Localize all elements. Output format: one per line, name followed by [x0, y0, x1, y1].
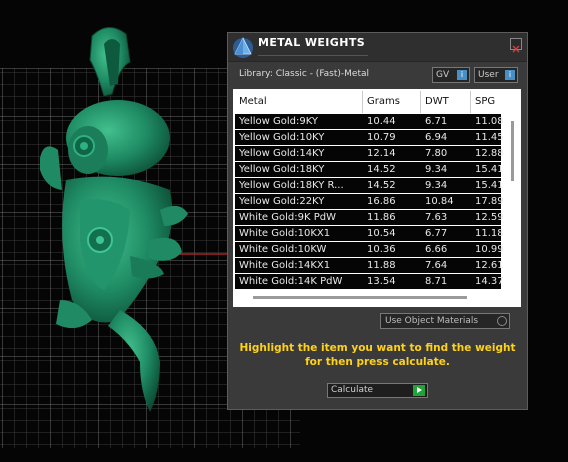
- cell-metal: Yellow Gold:22KY: [239, 196, 325, 207]
- cell-spg: 14.37: [475, 276, 503, 287]
- dialog-title: METAL WEIGHTS: [258, 35, 368, 56]
- cell-spg: 12.59: [475, 212, 503, 223]
- cell-dwt: 7.80: [425, 148, 448, 159]
- play-icon: [413, 385, 425, 396]
- cell-grams: 12.14: [367, 148, 396, 159]
- cell-dwt: 6.77: [425, 228, 448, 239]
- vertical-scrollbar[interactable]: [509, 115, 517, 275]
- pyramid-logo-icon: [233, 37, 253, 58]
- calculate-button[interactable]: Calculate: [327, 383, 428, 398]
- cell-grams: 10.44: [367, 116, 396, 127]
- horizontal-scrollbar-thumb[interactable]: [253, 296, 467, 299]
- cell-spg: 12.61: [475, 260, 503, 271]
- cell-grams: 10.54: [367, 228, 396, 239]
- cell-grams: 14.52: [367, 180, 396, 191]
- user-toggle-label: User: [478, 70, 499, 80]
- cell-spg: 11.18: [475, 228, 503, 239]
- close-icon: [512, 45, 520, 53]
- cell-spg: 10.99: [475, 244, 503, 255]
- cell-grams: 11.88: [367, 260, 396, 271]
- gv-toggle[interactable]: GV i: [432, 67, 470, 83]
- cell-grams: 16.86: [367, 196, 396, 207]
- cell-dwt: 7.63: [425, 212, 448, 223]
- instructions-text: Highlight the item you want to find the …: [239, 342, 516, 368]
- column-header-dwt[interactable]: DWT: [421, 91, 471, 113]
- metal-weights-table: Metal Grams DWT SPG Yellow Gold:9KY 10.4…: [233, 89, 521, 307]
- cell-dwt: 9.34: [425, 164, 448, 175]
- table-row[interactable]: Yellow Gold:9KY 10.44 6.71 11.08: [235, 114, 503, 129]
- table-row[interactable]: Yellow Gold:18KY 14.52 9.34 15.41: [235, 162, 503, 177]
- cell-grams: 14.52: [367, 164, 396, 175]
- cell-grams: 10.36: [367, 244, 396, 255]
- cell-metal: White Gold:10KX1: [239, 228, 331, 239]
- table-row[interactable]: Yellow Gold:10KY 10.79 6.94 11.45: [235, 130, 503, 145]
- cell-dwt: 7.64: [425, 260, 448, 271]
- gv-toggle-label: GV: [436, 70, 450, 80]
- title-bar[interactable]: METAL WEIGHTS: [228, 33, 527, 62]
- table-row[interactable]: White Gold:14K PdW 13.54 8.71 14.37: [235, 274, 503, 289]
- cell-spg: 17.89: [475, 196, 503, 207]
- table-row[interactable]: Yellow Gold:18KY R... 14.52 9.34 15.41: [235, 178, 503, 193]
- cell-metal: Yellow Gold:18KY: [239, 164, 325, 175]
- cell-grams: 10.79: [367, 132, 396, 143]
- table-row[interactable]: Yellow Gold:14KY 12.14 7.80 12.88: [235, 146, 503, 161]
- column-header-spg[interactable]: SPG: [471, 91, 501, 113]
- cell-metal: Yellow Gold:9KY: [239, 116, 318, 127]
- cell-metal: Yellow Gold:18KY R...: [239, 180, 344, 191]
- column-header-grams[interactable]: Grams: [363, 91, 421, 113]
- table-row[interactable]: White Gold:9K PdW 11.86 7.63 12.59: [235, 210, 503, 225]
- table-row[interactable]: White Gold:14KX1 11.88 7.64 12.61: [235, 258, 503, 273]
- metal-weights-dialog: METAL WEIGHTS Library: Classic - (Fast)-…: [227, 32, 528, 410]
- user-toggle[interactable]: User i: [474, 67, 518, 83]
- cell-dwt: 8.71: [425, 276, 448, 287]
- cell-dwt: 6.71: [425, 116, 448, 127]
- cell-spg: 11.08: [475, 116, 503, 127]
- use-object-materials-toggle[interactable]: Use Object Materials: [380, 313, 510, 329]
- cell-spg: 11.45: [475, 132, 503, 143]
- cell-dwt: 9.34: [425, 180, 448, 191]
- cell-metal: White Gold:14K PdW: [239, 276, 343, 287]
- table-row[interactable]: Yellow Gold:22KY 16.86 10.84 17.89: [235, 194, 503, 209]
- table-header: Metal Grams DWT SPG: [235, 91, 501, 113]
- cell-spg: 15.41: [475, 164, 503, 175]
- cell-metal: White Gold:10KW: [239, 244, 327, 255]
- table-row[interactable]: White Gold:10KX1 10.54 6.77 11.18: [235, 226, 503, 241]
- cell-spg: 12.88: [475, 148, 503, 159]
- column-header-metal[interactable]: Metal: [235, 91, 363, 113]
- cell-grams: 11.86: [367, 212, 396, 223]
- use-object-materials-label: Use Object Materials: [385, 316, 479, 326]
- library-label: Library: Classic - (Fast)-Metal: [239, 69, 370, 79]
- info-icon: i: [457, 70, 467, 80]
- cell-dwt: 6.66: [425, 244, 448, 255]
- radio-icon: [497, 316, 507, 326]
- vertical-scrollbar-thumb[interactable]: [511, 121, 514, 181]
- cell-dwt: 6.94: [425, 132, 448, 143]
- info-icon: i: [505, 70, 515, 80]
- close-button[interactable]: [510, 38, 522, 53]
- cell-metal: Yellow Gold:14KY: [239, 148, 325, 159]
- cell-dwt: 10.84: [425, 196, 454, 207]
- cell-metal: Yellow Gold:10KY: [239, 132, 325, 143]
- cell-grams: 13.54: [367, 276, 396, 287]
- cell-metal: White Gold:14KX1: [239, 260, 331, 271]
- table-row[interactable]: White Gold:10KW 10.36 6.66 10.99: [235, 242, 503, 257]
- cell-spg: 15.41: [475, 180, 503, 191]
- cell-metal: White Gold:9K PdW: [239, 212, 336, 223]
- calculate-button-label: Calculate: [331, 385, 374, 395]
